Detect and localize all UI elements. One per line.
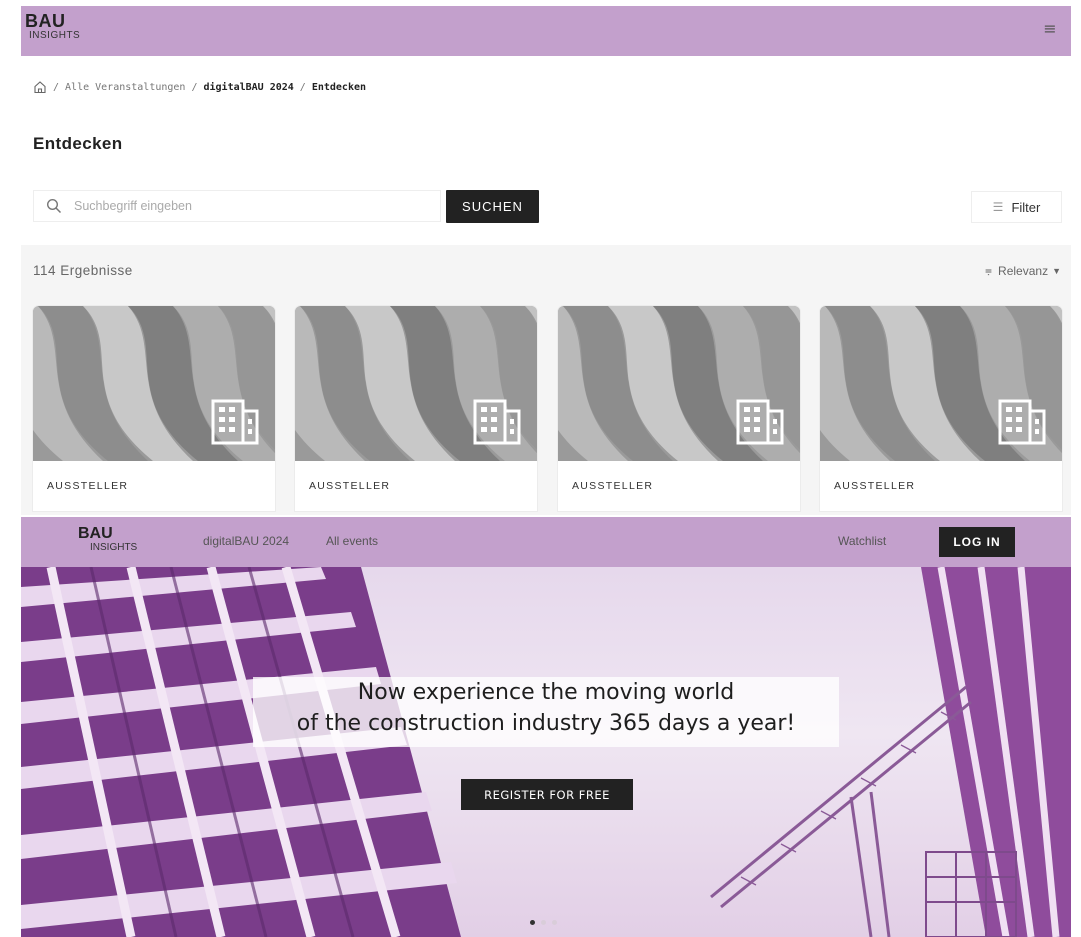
carousel-dot[interactable]	[541, 920, 546, 925]
building-icon	[211, 399, 259, 445]
top-header: BAU INSIGHTS ≡	[21, 6, 1071, 56]
card-category: AUSSTELLER	[47, 480, 129, 492]
hero-headline-line2: of the construction industry 365 days a …	[296, 711, 796, 736]
building-icon	[473, 399, 521, 445]
card-image	[295, 306, 537, 461]
desktop-view: BAU INSIGHTS digitalBAU 2024 All events …	[21, 517, 1071, 937]
brand-logo[interactable]: BAU INSIGHTS	[78, 526, 137, 553]
card-image	[558, 306, 800, 461]
hero-headline: Now experience the moving world of the c…	[253, 677, 839, 747]
breadcrumb-all-events[interactable]: Alle Veranstaltungen	[65, 82, 185, 93]
building-icon	[998, 399, 1046, 445]
nav-watchlist-link[interactable]: Watchlist	[838, 534, 886, 548]
hero-banner: Now experience the moving world of the c…	[21, 567, 1071, 937]
card-category: AUSSTELLER	[834, 480, 916, 492]
breadcrumb-current: Entdecken	[311, 81, 367, 93]
chevron-down-icon: ▼	[1052, 265, 1061, 276]
breadcrumb: / Alle Veranstaltungen / digitalBAU 2024…	[33, 79, 366, 95]
search-input[interactable]	[74, 199, 404, 213]
filter-button[interactable]: ☰ Filter	[971, 191, 1062, 223]
hero-headline-line1: Now experience the moving world	[357, 680, 735, 705]
result-card[interactable]: AUSSTELLER	[295, 306, 537, 511]
result-card[interactable]: AUSSTELLER	[558, 306, 800, 511]
breadcrumb-separator: /	[299, 81, 306, 93]
result-card[interactable]: AUSSTELLER	[33, 306, 275, 511]
sort-label: Relevanz	[998, 263, 1049, 278]
building-icon	[736, 399, 784, 445]
breadcrumb-separator: /	[53, 81, 60, 93]
brand-logo-insights: INSIGHTS	[90, 542, 138, 553]
bottom-header: BAU INSIGHTS digitalBAU 2024 All events …	[21, 517, 1071, 567]
hamburger-icon[interactable]: ≡	[1041, 20, 1059, 38]
filter-label: Filter	[1011, 199, 1041, 215]
sort-dropdown[interactable]: ⩦ Relevanz ▼	[985, 263, 1061, 278]
nav-all-events-link[interactable]: All events	[326, 534, 378, 548]
results-area: 114 Ergebnisse ⩦ Relevanz ▼ AUSSTELLER A…	[21, 245, 1071, 515]
carousel-dot[interactable]	[530, 920, 535, 925]
carousel-dots	[530, 920, 557, 925]
home-icon[interactable]	[33, 80, 47, 94]
sort-icon: ⩦	[985, 263, 993, 277]
card-image	[820, 306, 1062, 461]
result-card[interactable]: AUSSTELLER	[820, 306, 1062, 511]
page-title: Entdecken	[33, 134, 123, 153]
search-button[interactable]: SUCHEN	[446, 190, 539, 223]
hero-background-image	[21, 567, 1071, 937]
carousel-dot[interactable]	[552, 920, 557, 925]
search-icon	[46, 198, 62, 214]
brand-logo-bau: BAU	[78, 525, 113, 542]
brand-logo-insights: INSIGHTS	[29, 30, 81, 41]
nav-event-link[interactable]: digitalBAU 2024	[203, 534, 289, 548]
card-category: AUSSTELLER	[572, 480, 654, 492]
sliders-icon: ☰	[992, 200, 1004, 214]
brand-logo[interactable]: BAU INSIGHTS	[25, 12, 80, 41]
register-button[interactable]: REGISTER FOR FREE	[461, 779, 633, 810]
card-image	[33, 306, 275, 461]
search-box	[33, 190, 441, 222]
login-button[interactable]: LOG IN	[939, 527, 1015, 557]
breadcrumb-event[interactable]: digitalBAU 2024	[203, 82, 293, 93]
card-category: AUSSTELLER	[309, 480, 391, 492]
breadcrumb-separator: /	[191, 81, 198, 93]
results-count: 114 Ergebnisse	[33, 263, 133, 278]
brand-logo-bau: BAU	[25, 11, 66, 31]
